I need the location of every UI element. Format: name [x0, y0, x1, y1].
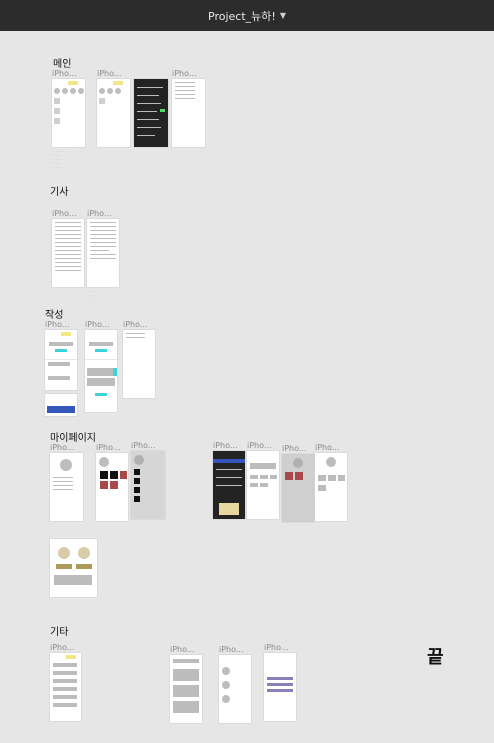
frame-label[interactable]: iPho... [96, 443, 121, 452]
artboard-main-4[interactable] [172, 79, 205, 147]
frame-label[interactable]: iPho... [315, 443, 340, 452]
artboard-mypage-2[interactable] [96, 453, 128, 521]
artboard-etc-1[interactable] [50, 653, 81, 721]
annotation-note: · · · · · · · · · · · · · · · · · · · · · ·… [52, 149, 65, 173]
section-compose-title: 작성 [45, 310, 64, 321]
frame-label[interactable]: iPho... [282, 444, 307, 453]
artboard-mypage-1[interactable] [50, 453, 83, 521]
frame-label[interactable]: iPho... [50, 443, 75, 452]
artboard-main-3-dark-menu[interactable] [134, 79, 168, 147]
artboard-article-2[interactable] [87, 219, 119, 287]
chevron-down-icon[interactable]: ▼ [280, 11, 286, 20]
annotation-note: · · · · · · · · · · · · · [87, 289, 94, 305]
design-canvas[interactable]: 메인 iPho... iPho... iPho... · · · · · · ·… [0, 31, 494, 743]
artboard-main-1[interactable] [52, 79, 85, 147]
artboard-compose-6[interactable] [45, 394, 77, 416]
artboard-compose-3[interactable] [123, 330, 155, 398]
title-bar: Project_뉴하! ▼ [0, 0, 494, 31]
frame-label[interactable]: iPho... [170, 645, 195, 654]
frame-label[interactable]: iPho... [45, 320, 70, 329]
frame-label[interactable]: iPho... [52, 69, 77, 78]
artboard-mypage-3[interactable] [131, 451, 165, 519]
frame-label[interactable]: iPho... [172, 69, 197, 78]
frame-label[interactable]: iPho... [247, 441, 272, 450]
frame-label[interactable]: iPho... [131, 441, 156, 450]
frame-label[interactable]: iPho... [97, 69, 122, 78]
end-text: 끝 [427, 647, 444, 668]
artboard-main-2[interactable] [97, 79, 130, 147]
frame-label[interactable]: iPho... [52, 209, 77, 218]
frame-label[interactable]: iPho... [123, 320, 148, 329]
artboard-etc-4[interactable] [264, 653, 296, 721]
project-title[interactable]: Project_뉴하! [208, 8, 276, 24]
frame-label[interactable]: iPho... [213, 441, 238, 450]
frame-label[interactable]: iPho... [87, 209, 112, 218]
artboard-compose-4[interactable] [45, 360, 77, 390]
artboard-etc-2[interactable] [170, 655, 202, 723]
artboard-mypage-6[interactable] [282, 454, 314, 522]
section-mypage-title: 마이페이지 [50, 433, 96, 444]
section-main-title: 메인 [53, 59, 72, 70]
artboard-compose-5[interactable] [85, 360, 117, 412]
artboard-etc-3[interactable] [219, 655, 251, 723]
artboard-mypage-7[interactable] [315, 453, 347, 521]
artboard-mypage-5[interactable] [247, 451, 279, 519]
frame-label[interactable]: iPho... [264, 643, 289, 652]
section-article-title: 기사 [50, 187, 69, 198]
frame-label[interactable]: iPho... [85, 320, 110, 329]
frame-label[interactable]: iPho... [50, 643, 75, 652]
artboard-mypage-4-dark[interactable] [213, 451, 245, 519]
artboard-mypage-8[interactable] [50, 539, 97, 597]
frame-label[interactable]: iPho... [219, 645, 244, 654]
section-etc-title: 기타 [50, 627, 69, 638]
artboard-article-1[interactable] [52, 219, 84, 287]
